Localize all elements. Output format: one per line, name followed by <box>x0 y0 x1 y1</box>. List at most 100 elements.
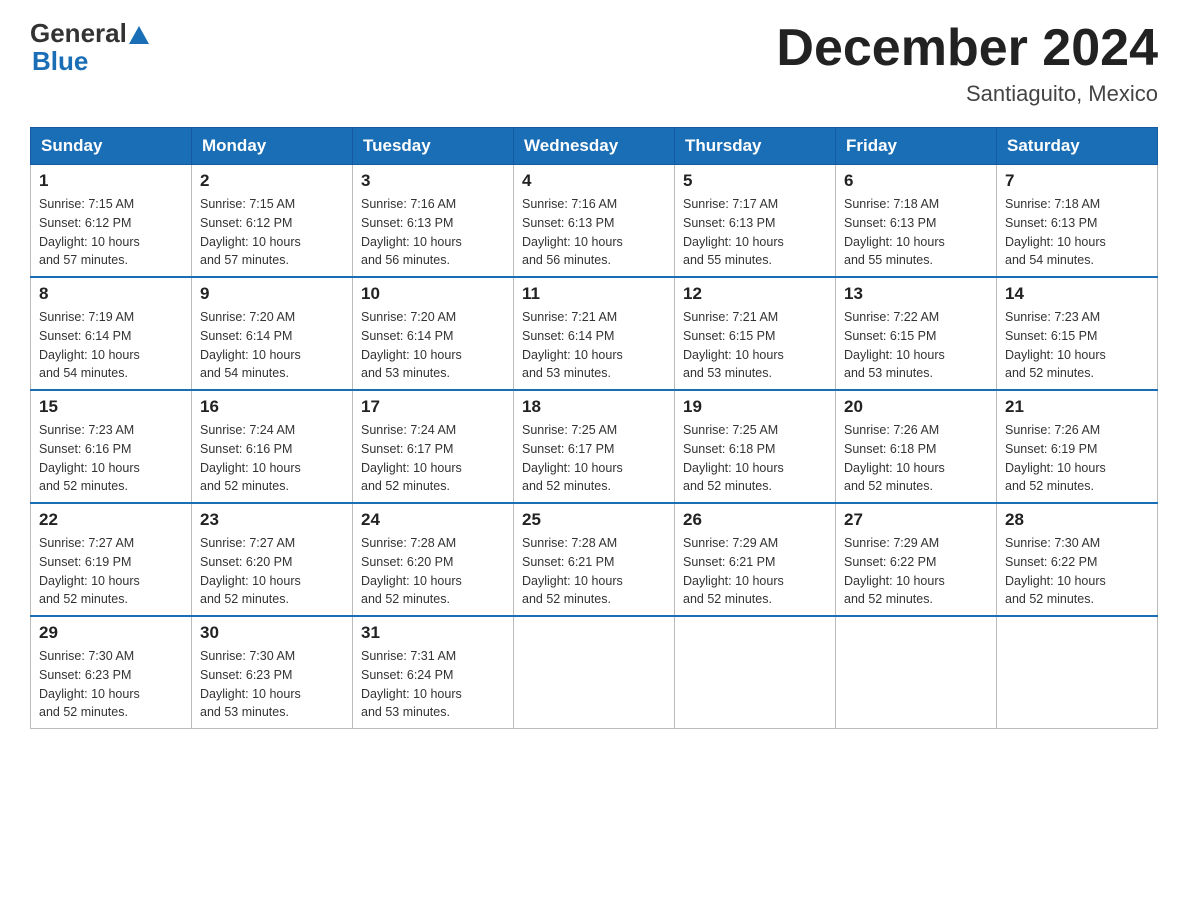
calendar-header-row: SundayMondayTuesdayWednesdayThursdayFrid… <box>31 128 1158 165</box>
calendar-cell: 17Sunrise: 7:24 AMSunset: 6:17 PMDayligh… <box>353 390 514 503</box>
day-info: Sunrise: 7:29 AMSunset: 6:22 PMDaylight:… <box>844 534 988 609</box>
day-number: 8 <box>39 284 183 304</box>
calendar-cell: 29 Sunrise: 7:30 AMSunset: 6:23 PMDayligh… <box>31 616 192 729</box>
calendar-cell: 27 Sunrise: 7:29 AMSunset: 6:22 PMDayligh… <box>836 503 997 616</box>
weekday-header-thursday: Thursday <box>675 128 836 165</box>
day-number: 3 <box>361 171 505 191</box>
calendar-cell: 14Sunrise: 7:23 AMSunset: 6:15 PMDayligh… <box>997 277 1158 390</box>
day-info: Sunrise: 7:21 AMSunset: 6:15 PMDaylight:… <box>683 308 827 383</box>
day-info: Sunrise: 7:18 AMSunset: 6:13 PMDaylight:… <box>1005 195 1149 270</box>
day-number: 9 <box>200 284 344 304</box>
title-block: December 2024 Santiaguito, Mexico <box>776 20 1158 107</box>
weekday-header-saturday: Saturday <box>997 128 1158 165</box>
weekday-header-monday: Monday <box>192 128 353 165</box>
location: Santiaguito, Mexico <box>776 81 1158 107</box>
calendar-cell: 19 Sunrise: 7:25 AMSunset: 6:18 PMDayligh… <box>675 390 836 503</box>
calendar-week-row: 29 Sunrise: 7:30 AMSunset: 6:23 PMDayligh… <box>31 616 1158 729</box>
calendar-week-row: 22 Sunrise: 7:27 AMSunset: 6:19 PMDayligh… <box>31 503 1158 616</box>
day-number: 1 <box>39 171 183 191</box>
day-info: Sunrise: 7:25 AMSunset: 6:17 PMDaylight:… <box>522 421 666 496</box>
day-number: 12 <box>683 284 827 304</box>
day-info: Sunrise: 7:16 AMSunset: 6:13 PMDaylight:… <box>522 195 666 270</box>
day-number: 27 <box>844 510 988 530</box>
calendar-cell: 6Sunrise: 7:18 AMSunset: 6:13 PMDaylight… <box>836 165 997 278</box>
weekday-header-wednesday: Wednesday <box>514 128 675 165</box>
day-info: Sunrise: 7:24 AMSunset: 6:17 PMDaylight:… <box>361 421 505 496</box>
calendar-cell: 21 Sunrise: 7:26 AMSunset: 6:19 PMDayligh… <box>997 390 1158 503</box>
day-info: Sunrise: 7:28 AMSunset: 6:21 PMDaylight:… <box>522 534 666 609</box>
calendar-cell: 2Sunrise: 7:15 AMSunset: 6:12 PMDaylight… <box>192 165 353 278</box>
day-number: 6 <box>844 171 988 191</box>
day-info: Sunrise: 7:26 AMSunset: 6:18 PMDaylight:… <box>844 421 988 496</box>
calendar-cell: 15 Sunrise: 7:23 AMSunset: 6:16 PMDayligh… <box>31 390 192 503</box>
calendar-cell: 25 Sunrise: 7:28 AMSunset: 6:21 PMDayligh… <box>514 503 675 616</box>
day-number: 22 <box>39 510 183 530</box>
calendar-cell: 4 Sunrise: 7:16 AMSunset: 6:13 PMDaylight… <box>514 165 675 278</box>
weekday-header-friday: Friday <box>836 128 997 165</box>
calendar-cell: 18 Sunrise: 7:25 AMSunset: 6:17 PMDayligh… <box>514 390 675 503</box>
day-number: 31 <box>361 623 505 643</box>
day-info: Sunrise: 7:27 AMSunset: 6:20 PMDaylight:… <box>200 534 344 609</box>
day-info: Sunrise: 7:30 AMSunset: 6:22 PMDaylight:… <box>1005 534 1149 609</box>
day-info: Sunrise: 7:23 AMSunset: 6:16 PMDaylight:… <box>39 421 183 496</box>
day-number: 21 <box>1005 397 1149 417</box>
calendar-cell: 11 Sunrise: 7:21 AMSunset: 6:14 PMDayligh… <box>514 277 675 390</box>
calendar-cell: 23 Sunrise: 7:27 AMSunset: 6:20 PMDayligh… <box>192 503 353 616</box>
day-number: 14 <box>1005 284 1149 304</box>
calendar-cell: 9Sunrise: 7:20 AMSunset: 6:14 PMDaylight… <box>192 277 353 390</box>
calendar-week-row: 8 Sunrise: 7:19 AMSunset: 6:14 PMDaylight… <box>31 277 1158 390</box>
day-info: Sunrise: 7:15 AMSunset: 6:12 PMDaylight:… <box>200 195 344 270</box>
day-info: Sunrise: 7:19 AMSunset: 6:14 PMDaylight:… <box>39 308 183 383</box>
day-number: 28 <box>1005 510 1149 530</box>
day-info: Sunrise: 7:16 AMSunset: 6:13 PMDaylight:… <box>361 195 505 270</box>
day-number: 24 <box>361 510 505 530</box>
page-header: General Blue December 2024 Santiaguito, … <box>30 20 1158 107</box>
logo-triangle-icon <box>129 26 149 44</box>
calendar-week-row: 15 Sunrise: 7:23 AMSunset: 6:16 PMDayligh… <box>31 390 1158 503</box>
weekday-header-tuesday: Tuesday <box>353 128 514 165</box>
day-number: 4 <box>522 171 666 191</box>
day-number: 29 <box>39 623 183 643</box>
calendar-cell: 13Sunrise: 7:22 AMSunset: 6:15 PMDayligh… <box>836 277 997 390</box>
day-number: 26 <box>683 510 827 530</box>
calendar-cell: 24 Sunrise: 7:28 AMSunset: 6:20 PMDayligh… <box>353 503 514 616</box>
day-info: Sunrise: 7:29 AMSunset: 6:21 PMDaylight:… <box>683 534 827 609</box>
calendar-cell: 22 Sunrise: 7:27 AMSunset: 6:19 PMDayligh… <box>31 503 192 616</box>
weekday-header-sunday: Sunday <box>31 128 192 165</box>
day-number: 11 <box>522 284 666 304</box>
calendar-cell: 30 Sunrise: 7:30 AMSunset: 6:23 PMDayligh… <box>192 616 353 729</box>
logo-blue: Blue <box>32 46 88 76</box>
calendar-cell <box>514 616 675 729</box>
day-info: Sunrise: 7:28 AMSunset: 6:20 PMDaylight:… <box>361 534 505 609</box>
day-info: Sunrise: 7:21 AMSunset: 6:14 PMDaylight:… <box>522 308 666 383</box>
day-number: 15 <box>39 397 183 417</box>
calendar-cell: 16 Sunrise: 7:24 AMSunset: 6:16 PMDayligh… <box>192 390 353 503</box>
calendar-cell: 1Sunrise: 7:15 AMSunset: 6:12 PMDaylight… <box>31 165 192 278</box>
day-info: Sunrise: 7:26 AMSunset: 6:19 PMDaylight:… <box>1005 421 1149 496</box>
day-info: Sunrise: 7:27 AMSunset: 6:19 PMDaylight:… <box>39 534 183 609</box>
day-number: 19 <box>683 397 827 417</box>
calendar-cell: 5Sunrise: 7:17 AMSunset: 6:13 PMDaylight… <box>675 165 836 278</box>
calendar-cell <box>836 616 997 729</box>
day-info: Sunrise: 7:30 AMSunset: 6:23 PMDaylight:… <box>200 647 344 722</box>
calendar-cell: 12 Sunrise: 7:21 AMSunset: 6:15 PMDayligh… <box>675 277 836 390</box>
calendar-cell: 26 Sunrise: 7:29 AMSunset: 6:21 PMDayligh… <box>675 503 836 616</box>
calendar-week-row: 1 Sunrise: 7:15 AMSunset: 6:12 PMDaylight… <box>31 165 1158 278</box>
calendar-cell: 8 Sunrise: 7:19 AMSunset: 6:14 PMDaylight… <box>31 277 192 390</box>
month-title: December 2024 <box>776 20 1158 77</box>
logo-general: General <box>30 20 127 46</box>
calendar-cell: 31Sunrise: 7:31 AMSunset: 6:24 PMDayligh… <box>353 616 514 729</box>
day-info: Sunrise: 7:25 AMSunset: 6:18 PMDaylight:… <box>683 421 827 496</box>
day-number: 30 <box>200 623 344 643</box>
day-number: 25 <box>522 510 666 530</box>
day-info: Sunrise: 7:24 AMSunset: 6:16 PMDaylight:… <box>200 421 344 496</box>
day-number: 18 <box>522 397 666 417</box>
day-info: Sunrise: 7:30 AMSunset: 6:23 PMDaylight:… <box>39 647 183 722</box>
calendar-cell: 3 Sunrise: 7:16 AMSunset: 6:13 PMDaylight… <box>353 165 514 278</box>
day-number: 16 <box>200 397 344 417</box>
day-number: 23 <box>200 510 344 530</box>
day-number: 5 <box>683 171 827 191</box>
day-info: Sunrise: 7:22 AMSunset: 6:15 PMDaylight:… <box>844 308 988 383</box>
day-number: 20 <box>844 397 988 417</box>
logo-text: General <box>30 20 151 46</box>
